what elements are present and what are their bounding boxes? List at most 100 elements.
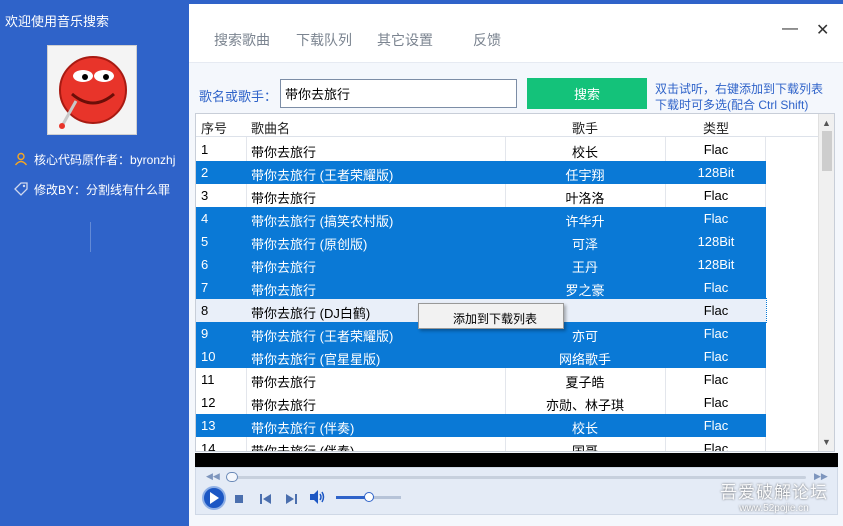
row-number: 12 [201,395,216,410]
author-info: 核心代码原作者：byronzhj [12,150,175,168]
song-name: 带你去旅行 (伴奏) [251,421,355,436]
scroll-up-icon[interactable]: ▲ [822,118,831,128]
row-number: 8 [201,303,209,318]
row-number: 4 [201,211,209,226]
watermark-title: 吾爱破解论坛 [720,483,828,502]
table-row[interactable]: 6 带你去旅行 王丹 128Bit [196,253,766,276]
table-row[interactable]: 10 带你去旅行 (官星星版) 网络歌手 Flac [196,345,766,368]
volume-knob[interactable] [363,492,374,502]
header-song[interactable]: 歌曲名 [251,118,290,137]
progress-knob[interactable] [226,472,238,482]
tab-settings[interactable]: 其它设置 [377,30,433,50]
scroll-down-icon[interactable]: ▼ [822,437,831,447]
tab-bar: 搜索歌曲 下载队列 其它设置 反馈 — ✕ [189,4,843,62]
file-type: Flac [703,326,729,341]
header-artist[interactable]: 歌手 [505,118,665,137]
welcome-title: 欢迎使用音乐搜索 [5,14,110,29]
scroll-thumb[interactable] [822,131,832,171]
modifier-info: 修改BY：分割线有什么罪 [12,180,170,198]
song-name: 带你去旅行 [251,191,317,206]
song-name: 带你去旅行 (王者荣耀版) [251,329,394,344]
tab-download-queue[interactable]: 下载队列 [296,30,352,50]
row-number: 13 [201,418,216,433]
song-name: 带你去旅行 [251,375,317,390]
table-row[interactable]: 14 带你去旅行 (伴奏) 国哥 Flac [196,437,766,452]
hint-text-1: 双击试听，右键添加到下载列表 [655,82,824,96]
progress-bar[interactable] [226,472,806,482]
tab-search[interactable]: 搜索歌曲 [214,30,270,50]
table-row[interactable]: 4 带你去旅行 (搞笑农村版) 许华升 Flac [196,207,766,230]
header-no[interactable]: 序号 [201,118,227,137]
file-type: Flac [703,303,729,318]
add-to-download-menu-item[interactable]: 添加到下载列表 [453,310,537,327]
table-row[interactable]: 1 带你去旅行 校长 Flac [196,138,766,161]
file-type: Flac [703,395,729,410]
smiley-face-icon [59,56,127,129]
artist-name: 许华升 [565,214,605,229]
artist-name: 夏子皓 [565,375,605,390]
file-type: 128Bit [697,234,735,249]
table-row[interactable]: 11 带你去旅行 夏子皓 Flac [196,368,766,391]
artist-name: 校长 [571,145,598,160]
row-number: 14 [201,441,216,452]
previous-button[interactable] [260,492,272,507]
divider [90,222,91,252]
tab-feedback[interactable]: 反馈 [473,30,501,50]
row-number: 7 [201,280,209,295]
stop-button[interactable] [234,492,244,507]
context-menu: 添加到下载列表 [418,303,564,329]
song-name: 带你去旅行 (原创版) [251,237,368,252]
artist-name: 网络歌手 [558,352,611,367]
row-number: 2 [201,165,209,180]
table-row[interactable]: 12 带你去旅行 亦勋、林子琪 Flac [196,391,766,414]
song-name: 带你去旅行 [251,260,317,275]
volume-slider[interactable] [336,492,401,502]
table-row[interactable]: 2 带你去旅行 (王者荣耀版) 任宇翔 128Bit [196,161,766,184]
artist-name: 校长 [571,421,598,436]
artist-name: 罗之豪 [565,283,605,298]
row-number: 11 [201,372,215,387]
song-name: 带你去旅行 (搞笑农村版) [251,214,394,229]
play-button[interactable] [202,486,226,510]
rewind-icon[interactable]: ◀◀ [206,471,220,482]
row-number: 5 [201,234,209,249]
file-type: Flac [703,211,729,226]
header-type[interactable]: 类型 [666,118,766,137]
file-type: Flac [703,188,729,203]
next-button[interactable] [285,492,297,507]
table-row[interactable]: 5 带你去旅行 (原创版) 可泽 128Bit [196,230,766,253]
row-number: 10 [201,349,216,364]
row-number: 6 [201,257,209,272]
user-icon [12,150,30,168]
prev-icon [260,494,271,504]
artist-name: 王丹 [571,260,598,275]
search-input[interactable] [280,79,517,108]
avatar [47,45,137,135]
results-table[interactable]: 序号 歌曲名 歌手 类型 1 带你去旅行 校长 Flac 2 带你去旅行 (王者荣耀版) 任… [195,113,835,452]
vertical-scrollbar[interactable]: ▲ ▼ [818,114,834,451]
close-button[interactable]: ✕ [816,20,829,40]
next-icon [286,494,297,504]
artist-name: 叶洛洛 [565,191,605,206]
stop-icon [235,495,243,503]
artist-name: 可泽 [571,237,598,252]
minimize-button[interactable]: — [782,20,798,38]
table-row[interactable]: 3 带你去旅行 叶洛洛 Flac [196,184,766,207]
song-name: 带你去旅行 (伴奏) [251,444,355,452]
file-type: Flac [703,280,729,295]
search-label: 歌名或歌手： [199,89,278,104]
volume-icon [310,490,325,504]
play-icon [210,492,219,504]
video-area [195,453,838,467]
file-type: Flac [703,372,729,387]
table-row[interactable]: 13 带你去旅行 (伴奏) 校长 Flac [196,414,766,437]
table-header: 序号 歌曲名 歌手 类型 [196,114,819,137]
song-name: 带你去旅行 (王者荣耀版) [251,168,394,183]
search-button[interactable]: 搜索 [527,78,647,109]
table-body: 1 带你去旅行 校长 Flac 2 带你去旅行 (王者荣耀版) 任宇翔 128Bit 3 带你去旅… [196,138,819,452]
volume-button[interactable] [310,490,326,507]
table-row[interactable]: 7 带你去旅行 罗之豪 Flac [196,276,766,299]
artist-name: 亦勋、林子琪 [545,398,624,413]
author-text: 核心代码原作者：byronzhj [34,152,176,167]
song-name: 带你去旅行 [251,145,317,160]
